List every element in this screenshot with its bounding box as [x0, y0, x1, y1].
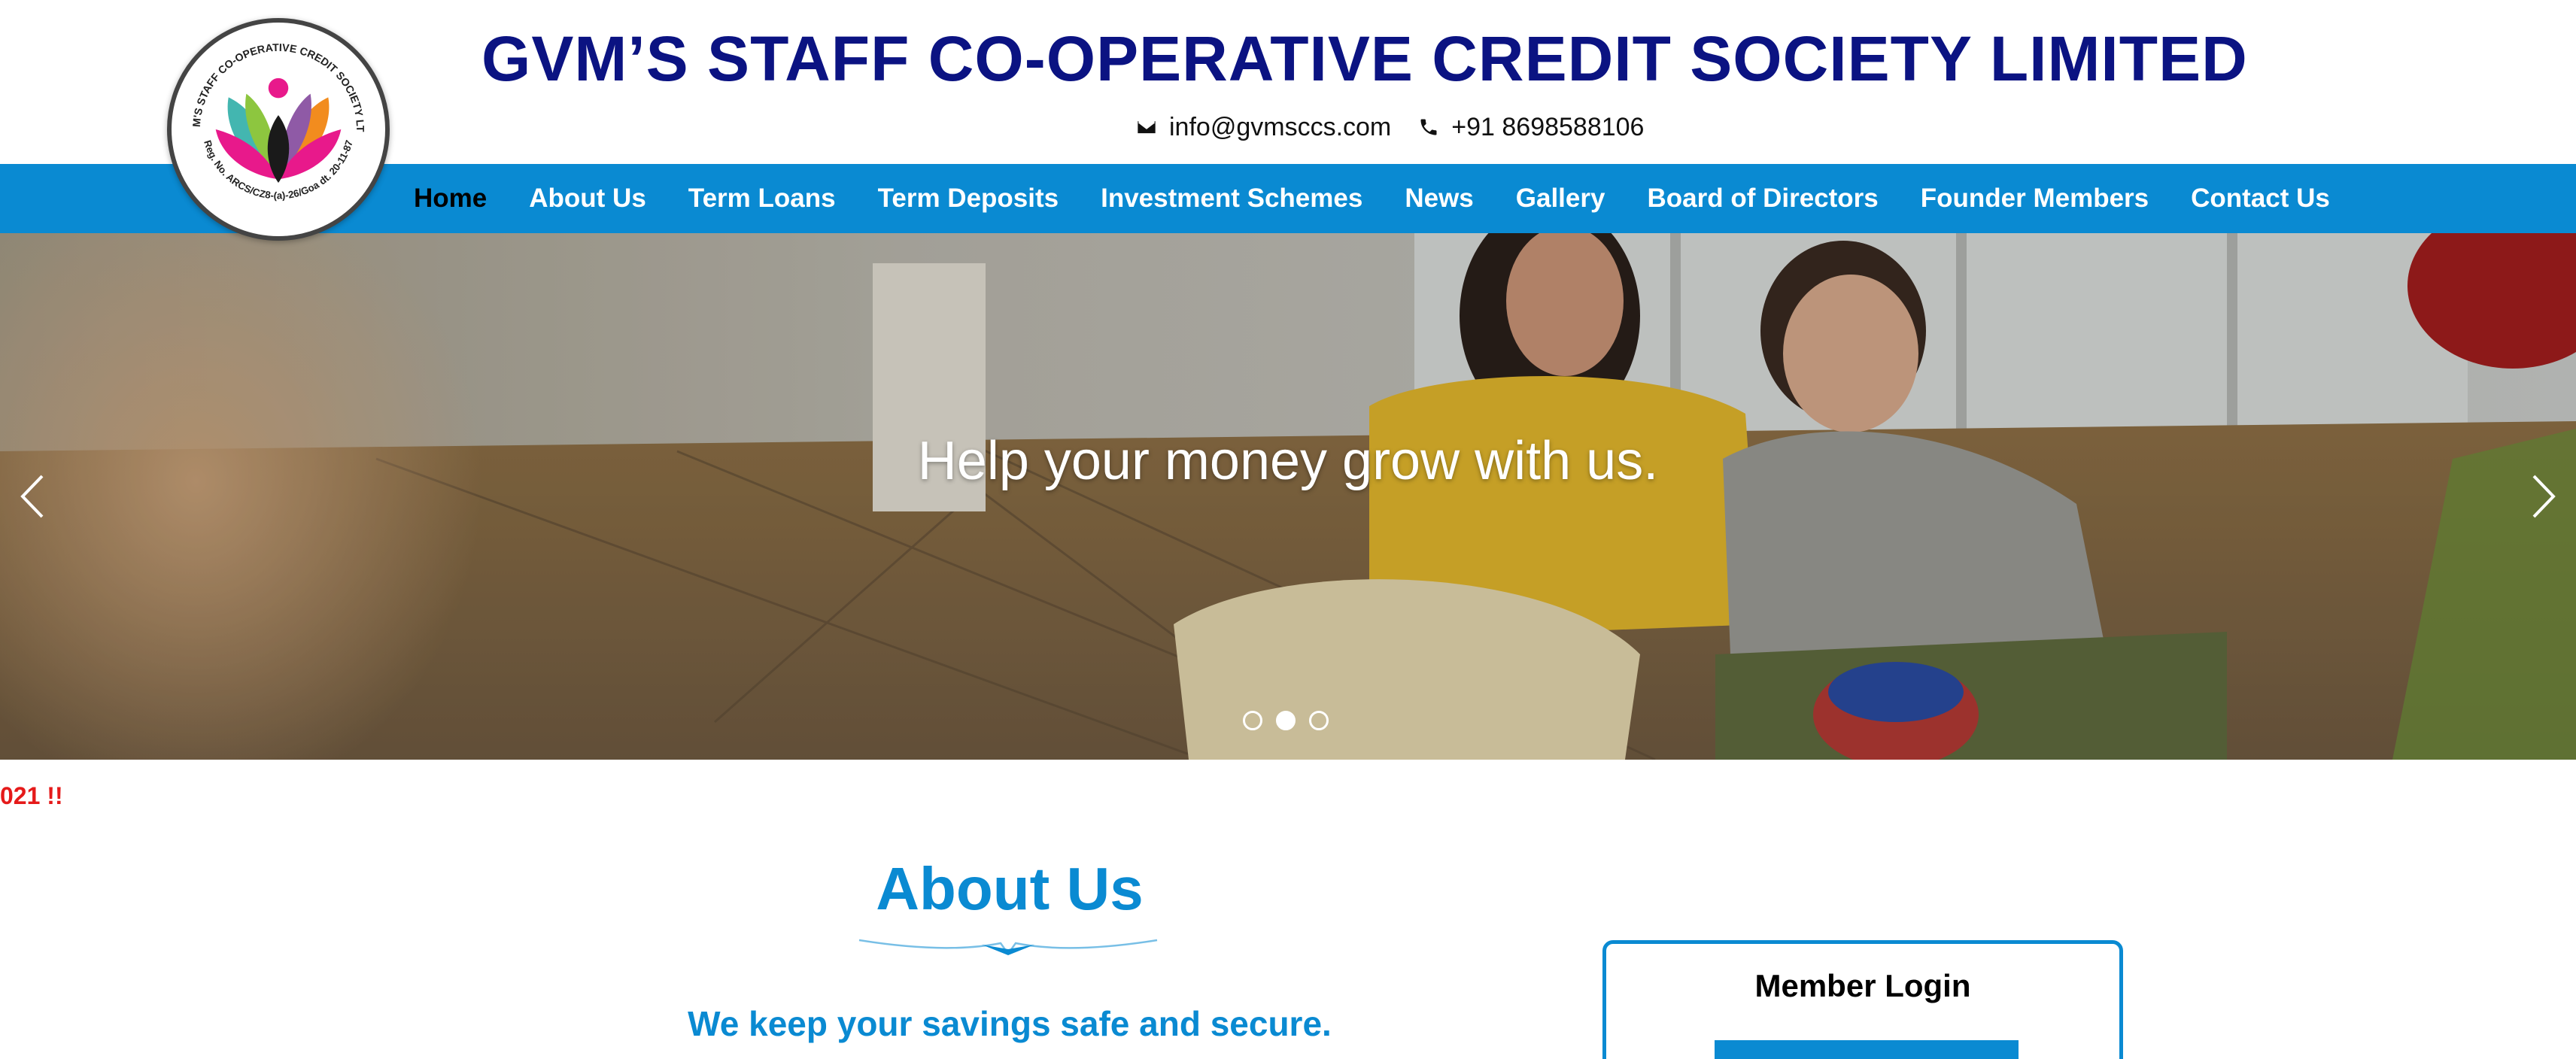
carousel-indicators [1243, 711, 1329, 730]
member-login-title: Member Login [1754, 968, 1971, 1003]
nav-item-term-loans[interactable]: Term Loans [667, 164, 857, 233]
phone-icon [1420, 119, 1437, 135]
about-heading: About Us [876, 855, 1144, 922]
society-logo[interactable]: GVM'S STAFF CO-OPERATIVE CREDIT SOCIETY … [167, 18, 390, 241]
member-login-panel: Member Login [1602, 940, 2123, 1059]
phone-text: +91 8698588106 [1451, 112, 1645, 141]
carousel-prev-button[interactable] [14, 470, 51, 523]
main-nav: Home About Us Term Loans Term Deposits I… [0, 164, 2576, 233]
news-marquee[interactable]: 021 !! [0, 782, 63, 817]
carousel-dot-3[interactable] [1309, 711, 1329, 730]
hero-slide-image [0, 233, 2576, 760]
envelope-icon [1138, 120, 1156, 134]
heading-divider [858, 939, 1158, 956]
nav-item-term-deposits[interactable]: Term Deposits [857, 164, 1080, 233]
nav-item-investment-schemes[interactable]: Investment Schemes [1080, 164, 1384, 233]
email-text: info@gvmsccs.com [1169, 112, 1392, 141]
member-login-button[interactable] [1715, 1040, 2019, 1059]
about-subtitle: We keep your savings safe and secure. [688, 1004, 1332, 1043]
contact-bar: info@gvmsccs.com +91 8698588106 [1136, 108, 1644, 146]
chevron-right-icon [2532, 475, 2556, 518]
nav-item-home[interactable]: Home [414, 164, 508, 233]
carousel-dot-2[interactable] [1276, 711, 1296, 730]
phone-link[interactable]: +91 8698588106 [1418, 113, 1644, 142]
nav-item-board-of-directors[interactable]: Board of Directors [1626, 164, 1899, 233]
hero-caption: Help your money grow with us. [917, 431, 1659, 491]
nav-list: Home About Us Term Loans Term Deposits I… [414, 164, 2351, 233]
carousel-next-button[interactable] [2525, 470, 2562, 523]
nav-item-gallery[interactable]: Gallery [1495, 164, 1627, 233]
site-title: GVM’S STAFF CO-OPERATIVE CREDIT SOCIETY … [481, 23, 2248, 94]
nav-item-contact-us[interactable]: Contact Us [2170, 164, 2351, 233]
nav-item-about-us[interactable]: About Us [508, 164, 667, 233]
email-link[interactable]: info@gvmsccs.com [1136, 113, 1391, 142]
logo-emblem-icon: GVM'S STAFF CO-OPERATIVE CREDIT SOCIETY … [172, 23, 383, 234]
nav-item-founder-members[interactable]: Founder Members [1900, 164, 2170, 233]
chevron-left-icon [20, 475, 44, 518]
nav-item-news[interactable]: News [1384, 164, 1494, 233]
carousel-dot-1[interactable] [1243, 711, 1262, 730]
hero-carousel: Help your money grow with us. [0, 233, 2576, 760]
page: GVM’S STAFF CO-OPERATIVE CREDIT SOCIETY … [0, 0, 2576, 1059]
